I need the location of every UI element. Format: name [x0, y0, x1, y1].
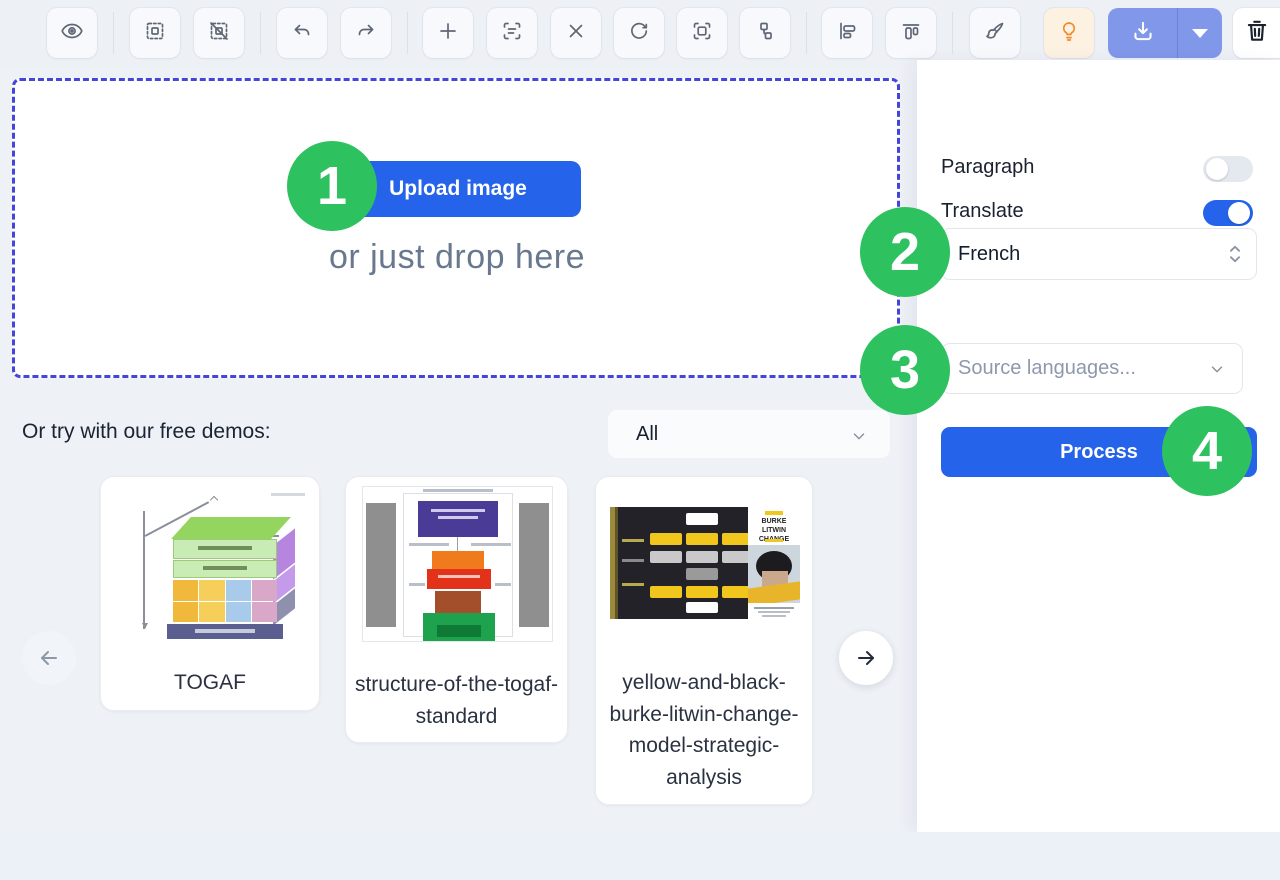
download-button[interactable] [1108, 8, 1178, 58]
source-language-select[interactable]: Source languages... [941, 343, 1243, 394]
delete-all-button[interactable] [1233, 8, 1280, 58]
lightbulb-icon [1057, 19, 1081, 48]
caret-down-icon [1192, 29, 1208, 38]
source-language-placeholder: Source languages... [958, 357, 1136, 380]
process-label: Process [1060, 441, 1138, 464]
align-top-icon [899, 19, 923, 48]
style-brush-button[interactable] [970, 8, 1020, 58]
align-left-button[interactable] [822, 8, 872, 58]
toggle-knob [1228, 202, 1250, 224]
shapes-icon [753, 19, 777, 48]
demo-card-togaf-structure[interactable]: structure-of-the-togaf-standard [345, 476, 568, 743]
download-icon [1130, 18, 1156, 49]
demo-card-label: yellow-and-black-burke-litwin-change-mod… [596, 667, 812, 793]
toolbar-separator [952, 12, 953, 54]
close-x-icon [564, 19, 588, 48]
delete-region-button[interactable] [551, 8, 601, 58]
target-language-select[interactable]: French [941, 228, 1257, 280]
step-number: 1 [317, 155, 347, 217]
ocr-text-button[interactable] [487, 8, 537, 58]
deselect-regions-button[interactable] [194, 8, 244, 58]
translate-label: Translate [941, 200, 1024, 223]
bottom-strip [0, 832, 1280, 880]
stepper-updown-icon [1228, 244, 1242, 264]
select-regions-icon [143, 19, 167, 48]
refresh-button[interactable] [614, 8, 664, 58]
demo-thumbnail-togaf-structure [362, 486, 553, 642]
refresh-icon [627, 19, 651, 48]
deselect-regions-icon [207, 19, 231, 48]
upload-image-label: Upload image [389, 177, 527, 201]
demo-filter-select[interactable]: All [607, 409, 891, 459]
toolbar [0, 0, 1280, 66]
carousel-next-button[interactable] [839, 631, 893, 685]
group-shapes-button[interactable] [740, 8, 790, 58]
select-regions-button[interactable] [130, 8, 180, 58]
paragraph-label: Paragraph [941, 156, 1034, 179]
toolbar-separator [407, 12, 408, 54]
step-badge-4: 4 [1162, 406, 1252, 496]
region-scan-icon [690, 19, 714, 48]
carousel-prev-button[interactable] [22, 631, 76, 685]
toolbar-separator [260, 12, 261, 54]
align-left-icon [835, 19, 859, 48]
paragraph-toggle[interactable] [1203, 156, 1253, 182]
tips-button[interactable] [1044, 8, 1094, 58]
toggle-knob [1206, 158, 1228, 180]
arrow-left-icon [37, 646, 61, 670]
chevron-down-icon [1208, 360, 1226, 378]
eye-icon [60, 19, 84, 48]
plus-icon [436, 19, 460, 48]
demo-filter-value: All [636, 423, 658, 446]
target-language-value: French [958, 243, 1020, 266]
upload-dropzone[interactable] [12, 78, 900, 378]
demo-card-label: TOGAF [101, 667, 319, 699]
step-number: 3 [890, 339, 920, 401]
demo-card-togaf[interactable]: TOGAF [100, 476, 320, 711]
brush-icon [983, 19, 1007, 48]
step-badge-3: 3 [860, 325, 950, 415]
text-scan-icon [500, 19, 524, 48]
demos-heading: Or try with our free demos: [22, 420, 271, 444]
detect-regions-button[interactable] [677, 8, 727, 58]
drop-hint-text: or just drop here [162, 238, 752, 277]
undo-icon [290, 19, 314, 48]
arrow-right-icon [854, 646, 878, 670]
align-top-button[interactable] [886, 8, 936, 58]
demo-thumbnail-togaf [115, 485, 307, 637]
toolbar-separator [113, 12, 114, 54]
demo-thumbnail-burke-litwin: BURKE LITWIN CHANGE MODEL [610, 507, 800, 619]
step-number: 2 [890, 221, 920, 283]
trash-icon [1244, 18, 1270, 49]
step-number: 4 [1192, 420, 1222, 482]
undo-button[interactable] [277, 8, 327, 58]
download-split-button [1108, 8, 1222, 58]
demo-card-label: structure-of-the-togaf-standard [346, 669, 567, 732]
redo-button[interactable] [341, 8, 391, 58]
redo-icon [354, 19, 378, 48]
preview-button[interactable] [47, 8, 97, 58]
demo-card-burke-litwin[interactable]: BURKE LITWIN CHANGE MODEL yellow-and-bla… [595, 476, 813, 805]
toolbar-separator [806, 12, 807, 54]
download-options-button[interactable] [1178, 8, 1221, 58]
translate-toggle[interactable] [1203, 200, 1253, 226]
step-badge-2: 2 [860, 207, 950, 297]
chevron-down-icon [850, 427, 868, 445]
add-text-button[interactable] [423, 8, 473, 58]
step-badge-1: 1 [287, 141, 377, 231]
